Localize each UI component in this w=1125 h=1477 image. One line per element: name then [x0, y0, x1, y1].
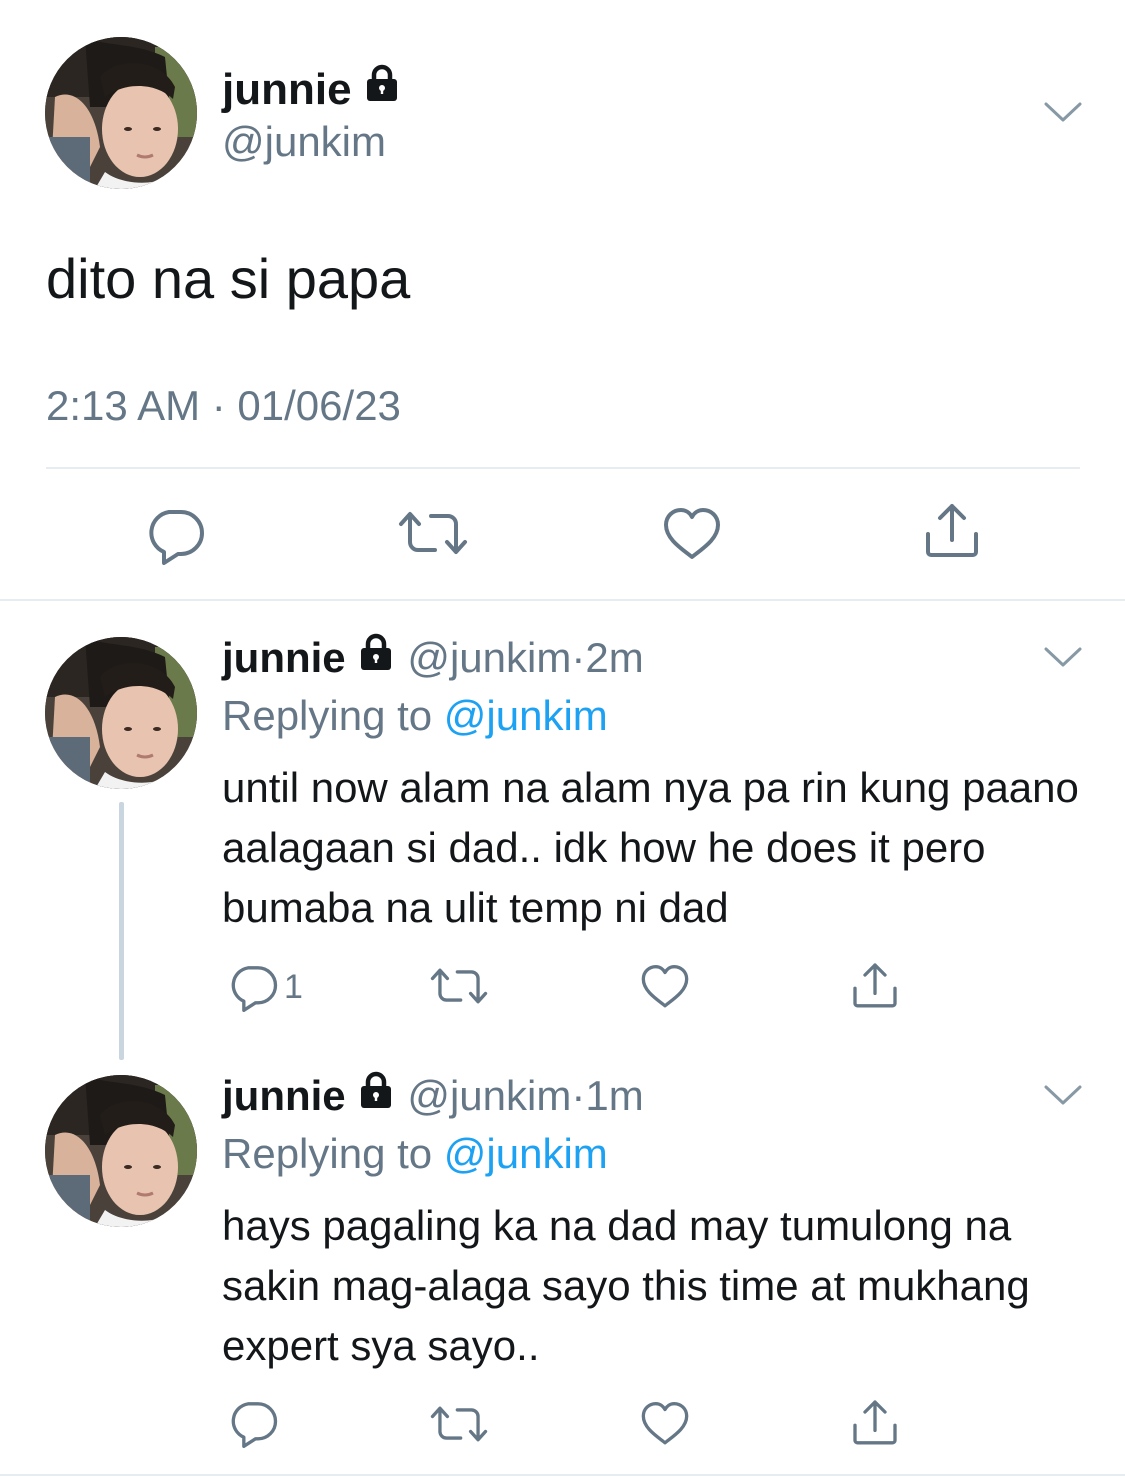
handle[interactable]: @junkim — [222, 116, 386, 168]
reply-header: junnie @junkim·2m — [222, 632, 644, 684]
avatar-image — [45, 637, 197, 789]
display-name[interactable]: junnie — [222, 1072, 346, 1119]
display-name[interactable]: junnie — [222, 634, 346, 681]
like-button[interactable] — [640, 1401, 690, 1448]
reply-button[interactable] — [228, 1398, 278, 1448]
divider — [46, 467, 1080, 469]
lock-icon — [356, 632, 396, 684]
avatar[interactable] — [45, 37, 197, 189]
chevron-down-icon[interactable] — [1043, 1083, 1083, 1107]
avatar[interactable] — [45, 637, 197, 789]
reply-button[interactable]: 1 — [228, 962, 303, 1012]
avatar-image — [45, 1075, 197, 1227]
reply-header: junnie @junkim·1m — [222, 1070, 644, 1122]
tweet-age[interactable]: 1m — [585, 1072, 643, 1119]
like-icon — [640, 1401, 690, 1448]
tweet-age[interactable]: 2m — [585, 634, 643, 681]
thread-line — [119, 802, 124, 1060]
mention-link[interactable]: @junkim — [444, 692, 608, 739]
separator: · — [571, 634, 586, 681]
like-button[interactable] — [662, 507, 722, 563]
tweet-text: hays pagaling ka na dad may tumulong na … — [222, 1202, 1030, 1369]
share-icon — [922, 500, 982, 560]
reply-button[interactable] — [145, 505, 205, 565]
like-button[interactable] — [640, 964, 690, 1011]
retweet-button[interactable] — [398, 508, 468, 558]
chevron-down-icon[interactable] — [1043, 645, 1083, 669]
share-button[interactable] — [850, 960, 900, 1010]
share-button[interactable] — [850, 1397, 900, 1447]
avatar[interactable] — [45, 1075, 197, 1227]
retweet-icon — [398, 508, 468, 558]
retweet-button[interactable] — [430, 1403, 488, 1445]
tweet-timestamp[interactable]: 2:13 AM · 01/06/23 — [46, 380, 401, 432]
replying-label: Replying to — [222, 1130, 433, 1177]
chevron-down-icon[interactable] — [1043, 100, 1083, 124]
avatar-image — [45, 37, 197, 189]
tweet-text: until now alam na alam nya pa rin kung p… — [222, 764, 1079, 931]
reply-count: 1 — [284, 968, 303, 1006]
tweet-text: dito na si papa — [46, 247, 411, 310]
share-icon — [850, 1397, 900, 1447]
reply-icon — [145, 505, 205, 565]
replying-to: Replying to @junkim — [222, 690, 608, 742]
replying-to: Replying to @junkim — [222, 1128, 608, 1180]
like-icon — [640, 964, 690, 1011]
handle[interactable]: @junkim — [407, 1072, 571, 1119]
separator: · — [571, 1072, 586, 1119]
display-name[interactable]: junnie — [222, 64, 402, 116]
divider — [0, 1474, 1125, 1476]
lock-icon — [356, 1070, 396, 1122]
replying-label: Replying to — [222, 692, 433, 739]
divider — [0, 599, 1125, 601]
reply-icon — [228, 962, 278, 1012]
retweet-icon — [430, 1403, 488, 1445]
handle[interactable]: @junkim — [407, 634, 571, 681]
display-name-text: junnie — [222, 65, 352, 114]
mention-link[interactable]: @junkim — [444, 1130, 608, 1177]
retweet-icon — [430, 965, 488, 1007]
lock-icon — [362, 63, 402, 115]
retweet-button[interactable] — [430, 965, 488, 1007]
share-button[interactable] — [922, 500, 982, 560]
share-icon — [850, 960, 900, 1010]
like-icon — [662, 507, 722, 563]
reply-icon — [228, 1398, 278, 1448]
